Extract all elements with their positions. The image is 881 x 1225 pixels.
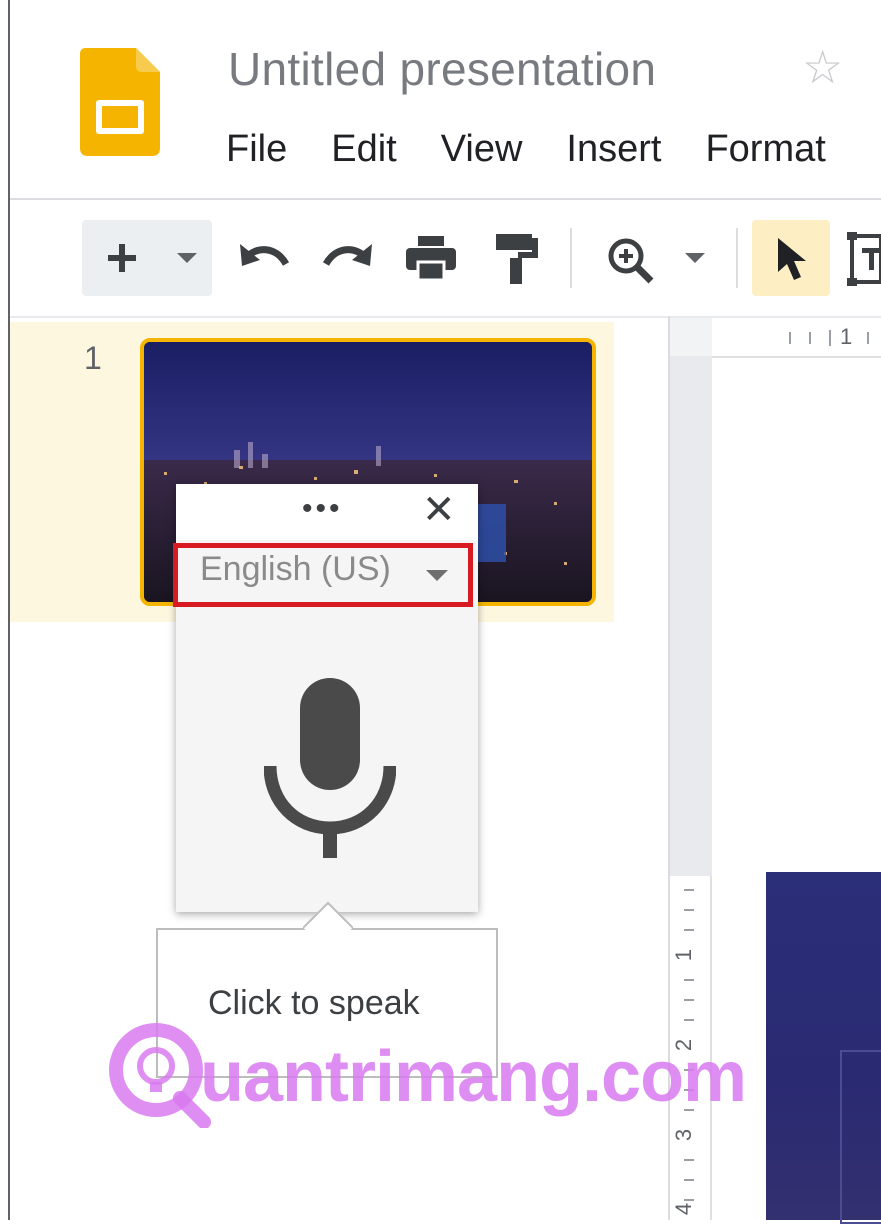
toolbar-separator bbox=[736, 228, 738, 288]
document-title[interactable]: Untitled presentation bbox=[228, 42, 656, 96]
watermark: uantrimang.com bbox=[104, 1012, 764, 1140]
annotation-highlight-box bbox=[173, 543, 473, 607]
paint-format-icon[interactable] bbox=[494, 234, 538, 284]
redo-icon[interactable] bbox=[322, 238, 374, 278]
watermark-text: uantrimang.com bbox=[200, 1037, 747, 1117]
undo-icon[interactable] bbox=[238, 238, 290, 278]
star-icon[interactable]: ☆ bbox=[802, 44, 843, 90]
add-icon[interactable] bbox=[104, 240, 140, 276]
slide-placeholder-outline[interactable] bbox=[840, 1050, 881, 1224]
zoom-icon[interactable] bbox=[606, 236, 654, 284]
slide-number: 1 bbox=[84, 340, 102, 376]
ruler-label: 4 bbox=[671, 1202, 697, 1216]
menu-view[interactable]: View bbox=[441, 128, 523, 171]
slides-logo-icon[interactable] bbox=[80, 48, 160, 156]
ruler-label: 1 bbox=[840, 324, 853, 349]
text-box-icon[interactable] bbox=[846, 232, 881, 286]
microphone-icon[interactable] bbox=[264, 678, 396, 858]
menu-edit[interactable]: Edit bbox=[331, 128, 396, 171]
header-divider bbox=[10, 198, 881, 200]
ruler-ticks bbox=[789, 330, 869, 346]
menu-bar: File Edit View Insert Format bbox=[226, 128, 870, 171]
horizontal-ruler[interactable]: 1 bbox=[712, 318, 881, 358]
new-slide-caret-icon[interactable] bbox=[174, 250, 200, 266]
ruler-label: 1 bbox=[671, 948, 697, 962]
watermark-logo-icon bbox=[109, 1023, 211, 1128]
select-cursor-icon[interactable] bbox=[776, 236, 810, 282]
ruler-corner bbox=[670, 318, 712, 356]
zoom-caret-icon[interactable] bbox=[682, 250, 708, 266]
menu-insert[interactable]: Insert bbox=[566, 128, 661, 171]
close-icon[interactable]: ✕ bbox=[422, 490, 456, 530]
more-options-icon[interactable]: ••• bbox=[302, 492, 343, 526]
print-icon[interactable] bbox=[406, 236, 456, 280]
voice-typing-header[interactable]: ••• ✕ bbox=[176, 484, 478, 540]
vertical-ruler-margin bbox=[670, 356, 712, 876]
toolbar-separator bbox=[570, 228, 572, 288]
menu-file[interactable]: File bbox=[226, 128, 287, 171]
menu-format[interactable]: Format bbox=[705, 128, 825, 171]
